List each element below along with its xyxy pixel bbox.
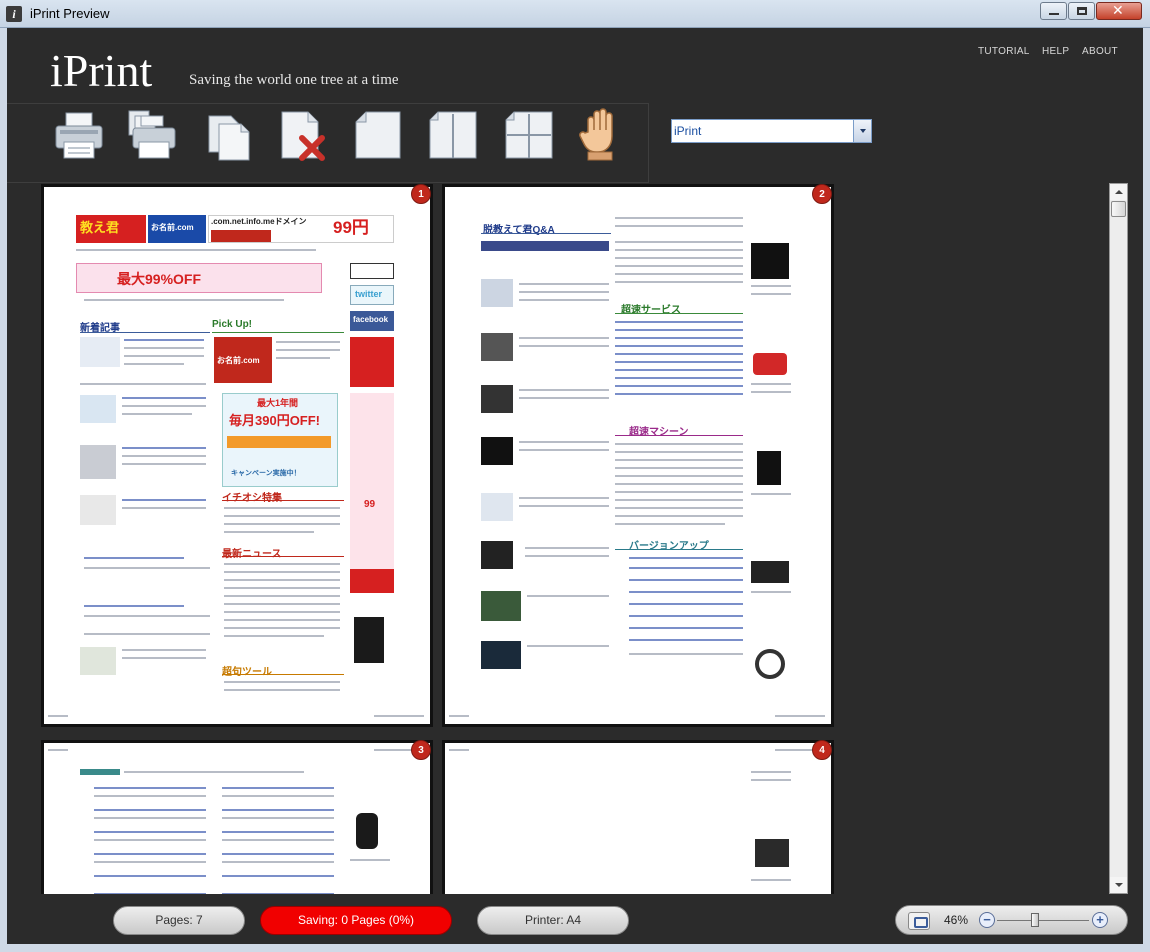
page-3-paper (44, 743, 430, 894)
zoom-slider-thumb[interactable] (1031, 913, 1039, 927)
delete-page-icon (281, 111, 325, 161)
print-button[interactable] (52, 108, 106, 162)
page-2-number-badge: 2 (812, 184, 832, 204)
chevron-down-icon[interactable] (853, 120, 871, 142)
two-page-layout-icon (429, 111, 477, 159)
four-page-layout-button[interactable] (502, 108, 556, 162)
zoom-in-icon[interactable]: + (1092, 912, 1108, 928)
app-icon: i (6, 6, 22, 22)
page-1-paper: 教え君 お名前.com .com.net.info.meドメイン 99円 最大9… (44, 187, 430, 724)
print-multiple-button[interactable] (125, 108, 179, 162)
zoom-control: 46% − + (895, 905, 1128, 935)
page1-promo-banner: 最大99%OFF (76, 263, 322, 293)
app-logo: iPrint (50, 45, 153, 96)
delete-page-button[interactable] (276, 108, 330, 162)
zoom-slider-track[interactable] (997, 920, 1089, 921)
maximize-button[interactable] (1068, 2, 1095, 20)
app-tagline: Saving the world one tree at a time (189, 72, 399, 88)
single-page-layout-button[interactable] (352, 108, 406, 162)
preview-scrollbar[interactable] (1109, 183, 1128, 894)
printer-select-value: iPrint (674, 124, 702, 138)
fit-page-icon[interactable] (908, 912, 930, 930)
page1-banner-domain: .com.net.info.meドメイン 99円 (208, 215, 394, 243)
page1-twitter-badge: twitter (350, 285, 394, 305)
page1-section-pickup: Pick Up! (212, 319, 253, 330)
preview-page-2[interactable]: 脱教えて君Q&A 超速サービス 超速マシーン バージョンアップ (442, 184, 834, 727)
page1-banner-onamae: お名前.com (148, 215, 206, 243)
scroll-up-arrow-icon[interactable] (1110, 184, 1127, 200)
page-4-number-badge: 4 (812, 740, 832, 760)
print-multiple-icon (128, 110, 176, 159)
copy-pages-button[interactable] (203, 108, 257, 162)
hand-pan-icon (579, 108, 613, 161)
page1-section-tools: 超句ツール (222, 667, 272, 678)
nav-about-link[interactable]: ABOUT (1082, 46, 1118, 57)
nav-help-link[interactable]: HELP (1042, 46, 1069, 57)
printer-select[interactable]: iPrint (671, 119, 872, 143)
print-icon (55, 112, 103, 159)
page1-section-news: 最新ニュース (222, 549, 282, 560)
saving-status[interactable]: Saving: 0 Pages (0%) (260, 906, 452, 935)
maximize-icon (1077, 7, 1087, 15)
scroll-down-arrow-icon[interactable] (1110, 877, 1127, 893)
zoom-level: 46% (944, 913, 969, 927)
window-title: iPrint Preview (30, 6, 110, 21)
window-titlebar: i iPrint Preview ✕ (0, 0, 1150, 28)
minimize-icon (1049, 13, 1059, 15)
close-button[interactable]: ✕ (1096, 2, 1142, 20)
preview-page-4[interactable] (442, 740, 834, 894)
page-2-paper: 脱教えて君Q&A 超速サービス 超速マシーン バージョンアップ (445, 187, 831, 724)
printer-status[interactable]: Printer: A4 (477, 906, 629, 935)
two-page-layout-button[interactable] (426, 108, 480, 162)
page-3-number-badge: 3 (411, 740, 431, 760)
preview-page-3[interactable] (41, 740, 433, 894)
close-icon: ✕ (1112, 2, 1124, 18)
page1-banner-logo: 教え君 (76, 215, 146, 243)
print-preview-area[interactable]: 教え君 お名前.com .com.net.info.meドメイン 99円 最大9… (7, 184, 1108, 894)
single-page-layout-icon (355, 111, 401, 159)
page1-ad-campaign: 最大1年間 毎月390円OFF! キャンペーン実施中！ (222, 393, 338, 487)
zoom-out-icon[interactable]: − (979, 912, 995, 928)
pages-count-status[interactable]: Pages: 7 (113, 906, 245, 935)
page-4-paper (445, 743, 831, 894)
page1-facebook-badge: facebook (350, 311, 394, 331)
page-1-number-badge: 1 (411, 184, 431, 204)
minimize-button[interactable] (1040, 2, 1067, 20)
copy-pages-icon (208, 115, 250, 161)
preview-page-1[interactable]: 教え君 お名前.com .com.net.info.meドメイン 99円 最大9… (41, 184, 433, 727)
page1-section-feature: イチオシ特集 (222, 493, 282, 504)
hand-pan-button[interactable] (578, 108, 632, 162)
four-page-layout-icon (505, 111, 553, 159)
nav-tutorial-link[interactable]: TUTORIAL (978, 46, 1030, 57)
scrollbar-thumb[interactable] (1111, 201, 1126, 217)
